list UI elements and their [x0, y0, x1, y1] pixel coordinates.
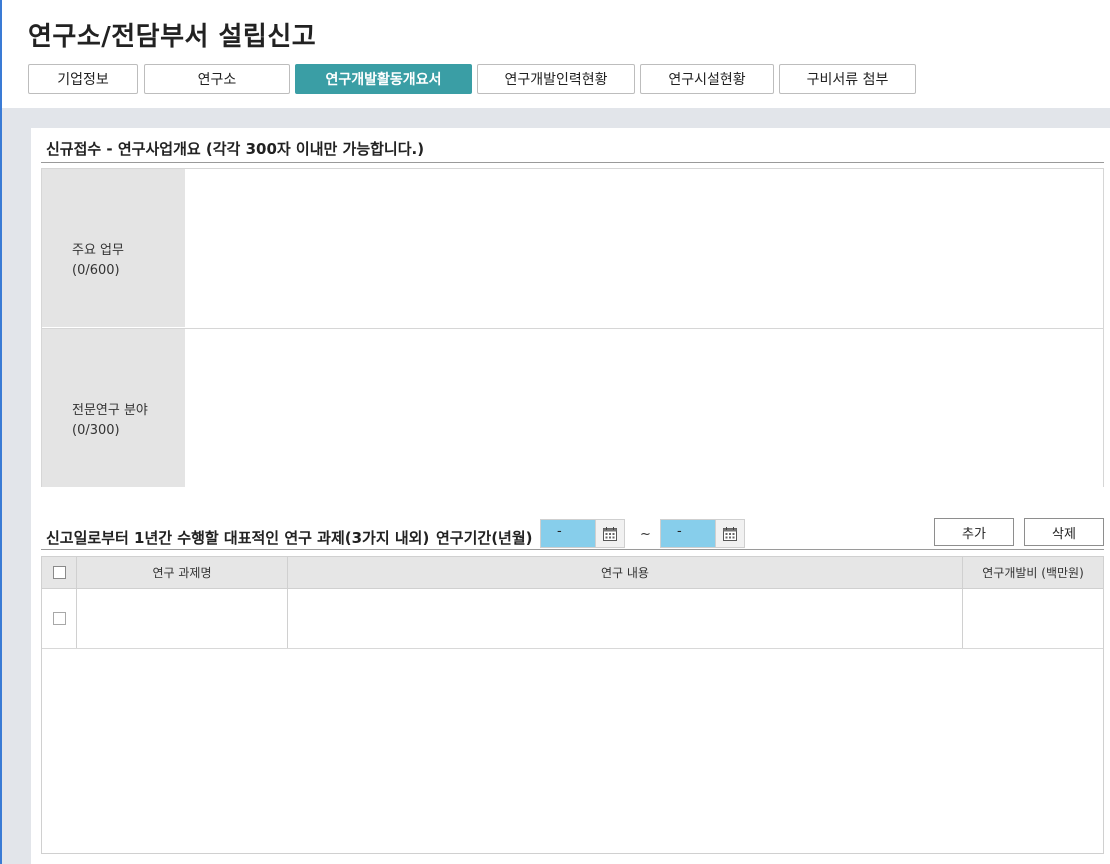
- add-button[interactable]: 추가: [934, 518, 1014, 546]
- project-name-cell[interactable]: [77, 589, 288, 648]
- research-field-textarea[interactable]: [185, 329, 1103, 487]
- main-tasks-textarea[interactable]: [185, 169, 1103, 327]
- tab-rnd-personnel[interactable]: 연구개발인력현황: [477, 64, 635, 94]
- main-tasks-char-count: (0/600): [72, 263, 120, 278]
- tab-research-lab[interactable]: 연구소: [144, 64, 290, 94]
- row-checkbox-cell: [42, 589, 77, 648]
- research-field-char-count: (0/300): [72, 423, 120, 438]
- header-checkbox-cell: [42, 557, 77, 588]
- date-from-value[interactable]: -: [541, 520, 597, 547]
- form-row-main-tasks: 주요 업무 (0/600): [42, 169, 1103, 327]
- column-header-cost: 연구개발비 (백만원): [982, 566, 1084, 580]
- column-header-project-name: 연구 과제명: [77, 557, 288, 588]
- overview-section-title: 신규접수 - 연구사업개요 (각각 300자 이내만 가능합니다.): [46, 140, 425, 158]
- project-cost-cell[interactable]: [963, 589, 1103, 648]
- overview-form: 주요 업무 (0/600) 전문연구 분야 (0/300): [41, 168, 1104, 487]
- section-divider: [41, 162, 1104, 163]
- table-header-row: 연구 과제명 연구 내용 연구개발비 (백만원): [42, 557, 1103, 589]
- select-all-checkbox[interactable]: [52, 566, 66, 579]
- projects-table: 연구 과제명 연구 내용 연구개발비 (백만원): [41, 556, 1104, 854]
- date-range-separator: ~: [640, 527, 651, 542]
- main-tasks-label: 주요 업무: [72, 243, 124, 258]
- column-header-content: 연구 내용: [288, 557, 963, 588]
- tab-rnd-activity-overview[interactable]: 연구개발활동개요서: [295, 64, 472, 94]
- calendar-icon[interactable]: [715, 520, 744, 547]
- date-from-field[interactable]: -: [540, 519, 625, 548]
- tab-company-info[interactable]: 기업정보: [28, 64, 138, 94]
- page-header: 연구소/전담부서 설립신고 기업정보 연구소 연구개발활동개요서 연구개발인력현…: [2, 0, 1110, 108]
- main-tasks-label-cell: 주요 업무 (0/600): [42, 169, 185, 327]
- row-checkbox[interactable]: [52, 612, 66, 625]
- form-row-research-field: 전문연구 분야 (0/300): [42, 328, 1103, 487]
- page-title: 연구소/전담부서 설립신고: [28, 22, 317, 52]
- research-period-label: 연구기간(년월): [436, 529, 533, 547]
- projects-section-title: 신고일로부터 1년간 수행할 대표적인 연구 과제(3가지 내외): [46, 529, 430, 547]
- section-divider: [41, 549, 1104, 550]
- date-to-field[interactable]: -: [660, 519, 745, 548]
- tab-research-facilities[interactable]: 연구시설현황: [640, 64, 774, 94]
- calendar-icon[interactable]: [595, 520, 624, 547]
- date-to-value[interactable]: -: [661, 520, 717, 547]
- table-row: [42, 589, 1103, 649]
- research-field-label: 전문연구 분야: [72, 403, 148, 418]
- delete-button[interactable]: 삭제: [1024, 518, 1104, 546]
- content-panel: 신규접수 - 연구사업개요 (각각 300자 이내만 가능합니다.) 주요 업무…: [31, 128, 1110, 864]
- research-field-label-cell: 전문연구 분야 (0/300): [42, 329, 185, 487]
- project-content-cell[interactable]: [288, 589, 963, 648]
- tab-attach-documents[interactable]: 구비서류 첨부: [779, 64, 916, 94]
